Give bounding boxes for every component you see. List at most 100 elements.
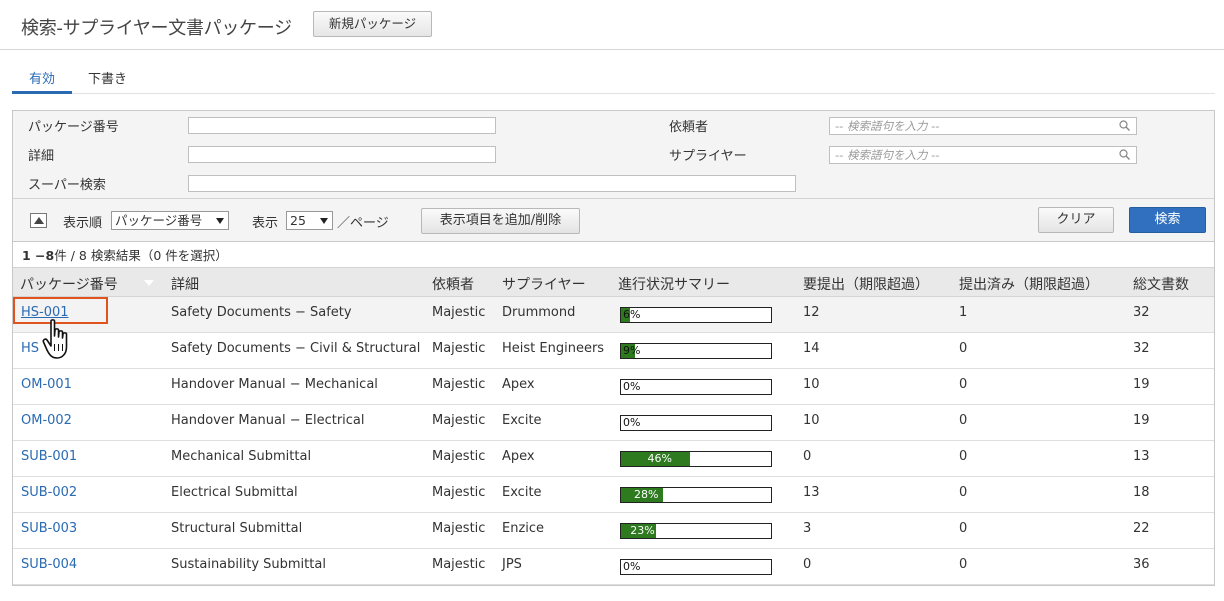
detail-cell: Handover Manual − Electrical	[171, 413, 365, 428]
package-number-link[interactable]: SUB-001	[21, 449, 77, 464]
column-header-supplier[interactable]: サプライヤー	[502, 274, 586, 294]
table-row[interactable]: OM-002 Handover Manual − Electrical Majest…	[13, 405, 1214, 441]
table-row[interactable]: SUB-001 Mechanical Submittal Majestic Apex 0…	[13, 441, 1214, 477]
total-documents-cell: 36	[1133, 557, 1150, 572]
per-page-suffix: ／ページ	[337, 216, 389, 231]
display-label: 表示	[252, 216, 279, 231]
package-number-link[interactable]: SUB-004	[21, 557, 77, 572]
package-number-link[interactable]: OM-001	[21, 377, 72, 392]
collapse-filters-icon[interactable]	[30, 213, 47, 228]
total-documents-cell: 32	[1133, 341, 1150, 356]
results-toolbar: 表示順 パッケージ番号 表示 25 ／ページ 表示項目を追加/削除 クリア 検索	[13, 198, 1214, 242]
column-header-required-overdue[interactable]: 要提出（期限超過）	[803, 274, 929, 294]
super-search-label: スーパー検索	[28, 178, 106, 193]
per-page-value: 25	[290, 213, 306, 228]
supplier-search-field[interactable]: -- 検索語句を入力 --	[829, 146, 1137, 164]
table-row[interactable]: SUB-002 Electrical Submittal Majestic Excit…	[13, 477, 1214, 513]
submitted-overdue-cell: 0	[959, 341, 968, 356]
submitted-overdue-cell: 0	[959, 413, 968, 428]
sort-order-select[interactable]: パッケージ番号	[111, 211, 229, 230]
progress-label: 23%	[630, 524, 655, 537]
results-table: パッケージ番号 詳細 依頼者 サプライヤー 進行状況サマリー 要提出（期限超過）…	[13, 267, 1214, 585]
chevron-down-icon	[216, 218, 224, 224]
requester-cell: Majestic	[432, 557, 486, 572]
package-number-label: パッケージ番号	[28, 120, 119, 135]
required-overdue-cell: 10	[803, 413, 820, 428]
search-button[interactable]: 検索	[1129, 207, 1206, 233]
progress-bar: 0%	[620, 559, 772, 575]
progress-label: 46%	[647, 452, 672, 465]
table-row[interactable]: HS-001 Safety Documents − Safety Majestic D…	[13, 297, 1214, 333]
detail-cell: Handover Manual − Mechanical	[171, 377, 378, 392]
supplier-cell: Heist Engineers	[502, 341, 605, 356]
requester-cell: Majestic	[432, 341, 486, 356]
requester-cell: Majestic	[432, 485, 486, 500]
progress-bar: 0%	[620, 415, 772, 431]
required-overdue-cell: 13	[803, 485, 820, 500]
table-row[interactable]: SUB-004 Sustainability Submittal Majestic J…	[13, 549, 1214, 585]
progress-label: 0%	[623, 416, 641, 429]
progress-bar: 6%	[620, 307, 772, 323]
progress-bar: 9%	[620, 343, 772, 359]
detail-cell: Mechanical Submittal	[171, 449, 312, 464]
tab-active[interactable]: 有効	[12, 68, 72, 94]
detail-cell: Safety Documents − Civil & Structural	[171, 341, 421, 356]
per-page-select[interactable]: 25	[286, 211, 333, 230]
search-icon[interactable]	[1119, 120, 1130, 131]
detail-label: 詳細	[28, 149, 55, 164]
progress-label: 9%	[623, 344, 641, 357]
super-search-input[interactable]	[188, 175, 796, 192]
package-number-input[interactable]	[188, 117, 496, 134]
progress-bar: 23%	[620, 523, 772, 539]
table-body: HS-001 Safety Documents − Safety Majestic D…	[13, 297, 1214, 585]
chevron-down-icon	[320, 218, 328, 224]
column-header-progress[interactable]: 進行状況サマリー	[618, 274, 730, 294]
submitted-overdue-cell: 1	[959, 305, 968, 320]
new-package-button[interactable]: 新規パッケージ	[313, 11, 432, 37]
filter-area: パッケージ番号 詳細 スーパー検索 依頼者 -- 検索語句を入力 -- サプライ…	[13, 111, 1214, 199]
column-header-detail[interactable]: 詳細	[171, 274, 199, 294]
column-header-submitted-overdue[interactable]: 提出済み（期限超過）	[959, 274, 1099, 294]
supplier-placeholder: -- 検索語句を入力 --	[835, 148, 940, 162]
requester-search-field[interactable]: -- 検索語句を入力 --	[829, 117, 1137, 135]
status-tabs: 有効 下書き	[12, 64, 1215, 94]
supplier-cell: Enzice	[502, 521, 545, 536]
package-number-link[interactable]: OM-002	[21, 413, 72, 428]
search-icon[interactable]	[1119, 149, 1130, 160]
progress-label: 0%	[623, 560, 641, 573]
result-count: 件 / 8 検索結果	[54, 248, 141, 263]
table-row[interactable]: SUB-003 Structural Submittal Majestic Enzic…	[13, 513, 1214, 549]
table-row[interactable]: HS Safety Documents − Civil & Structural M…	[13, 333, 1214, 369]
table-row[interactable]: OM-001 Handover Manual − Mechanical Majest…	[13, 369, 1214, 405]
sort-order-value: パッケージ番号	[115, 213, 203, 228]
package-number-link[interactable]: SUB-002	[21, 485, 77, 500]
result-range: 1 −8	[22, 248, 55, 263]
required-overdue-cell: 0	[803, 449, 812, 464]
column-header-requester[interactable]: 依頼者	[432, 274, 474, 294]
package-number-link[interactable]: SUB-003	[21, 521, 77, 536]
tab-draft[interactable]: 下書き	[88, 68, 127, 87]
add-remove-columns-button[interactable]: 表示項目を追加/削除	[421, 208, 580, 234]
submitted-overdue-cell: 0	[959, 521, 968, 536]
total-documents-cell: 13	[1133, 449, 1150, 464]
supplier-cell: Excite	[502, 413, 542, 428]
submitted-overdue-cell: 0	[959, 485, 968, 500]
progress-label: 28%	[634, 488, 659, 501]
package-number-link[interactable]: HS	[21, 341, 39, 356]
sort-desc-icon	[144, 280, 154, 286]
detail-input[interactable]	[188, 146, 496, 163]
submitted-overdue-cell: 0	[959, 449, 968, 464]
required-overdue-cell: 3	[803, 521, 812, 536]
clear-button[interactable]: クリア	[1038, 207, 1114, 233]
progress-bar: 28%	[620, 487, 772, 503]
required-overdue-cell: 10	[803, 377, 820, 392]
sort-order-label: 表示順	[63, 216, 103, 231]
supplier-cell: Apex	[502, 449, 535, 464]
required-overdue-cell: 12	[803, 305, 820, 320]
column-header-total-documents[interactable]: 総文書数	[1133, 274, 1189, 294]
requester-cell: Majestic	[432, 449, 486, 464]
total-documents-cell: 19	[1133, 377, 1150, 392]
column-header-package-number[interactable]: パッケージ番号	[20, 274, 118, 294]
requester-cell: Majestic	[432, 377, 486, 392]
requester-placeholder: -- 検索語句を入力 --	[835, 119, 940, 133]
